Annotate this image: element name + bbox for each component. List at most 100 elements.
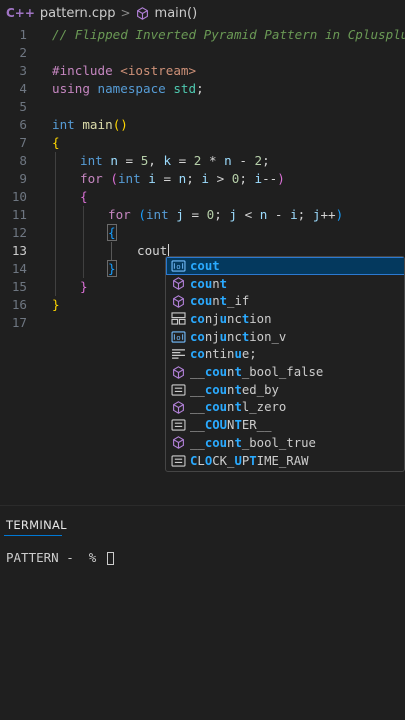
code-token: }: [52, 297, 60, 312]
code-token: {: [80, 189, 88, 204]
line-number: 12: [11, 225, 27, 240]
code-token: ;: [186, 171, 202, 186]
code-token: using: [52, 81, 98, 96]
line-number: 1: [19, 27, 27, 42]
text-icon: [170, 383, 186, 397]
code-token: main: [82, 117, 113, 132]
line-number: 4: [19, 81, 27, 96]
method-cube-icon: [170, 436, 186, 450]
code-token: #include: [52, 63, 121, 78]
suggestion-item[interactable]: __count_bool_false: [166, 363, 404, 381]
code-token: ): [335, 207, 344, 222]
code-token: *: [201, 153, 225, 168]
code-token: (: [110, 171, 118, 186]
text-icon: [170, 418, 186, 432]
suggestion-item[interactable]: conjunction: [166, 310, 404, 328]
suggestion-item[interactable]: o conjunction_v: [166, 328, 404, 346]
line-number: 9: [19, 171, 27, 186]
suggestion-label: __counted_by: [190, 382, 279, 397]
code-token: ;: [297, 207, 313, 222]
code-token: j: [176, 207, 184, 222]
line-number: 7: [19, 135, 27, 150]
code-comment: // Flipped Inverted Pyramid Pattern in C…: [52, 27, 405, 42]
code-token: -: [231, 153, 255, 168]
code-line[interactable]: 9 for (int i = n; i > 0; i--): [0, 170, 405, 188]
terminal-prompt: PATTERN - %: [6, 550, 104, 565]
code-token: =: [155, 171, 179, 186]
suggestion-label: conjunction_v: [190, 329, 287, 344]
code-token: --: [262, 171, 278, 186]
code-line[interactable]: 2: [0, 44, 405, 62]
code-token: n: [224, 153, 232, 168]
method-cube-icon: [170, 294, 186, 308]
code-line[interactable]: 6 int main(): [0, 116, 405, 134]
line-number: 14: [11, 261, 27, 276]
code-token: j: [229, 207, 237, 222]
code-line[interactable]: 12 {: [0, 224, 405, 242]
suggestion-label: CLOCK_UPTIME_RAW: [190, 453, 309, 468]
terminal-cursor: [106, 552, 114, 565]
code-line[interactable]: 8 int n = 5, k = 2 * n - 2;: [0, 152, 405, 170]
code-token: {: [52, 135, 60, 150]
code-line[interactable]: 10 {: [0, 188, 405, 206]
code-token: }: [107, 260, 117, 277]
svg-text:o: o: [176, 262, 180, 271]
code-token: cout: [137, 243, 168, 258]
code-token: ;: [214, 207, 230, 222]
code-token: =: [183, 207, 207, 222]
code-token: i: [201, 171, 209, 186]
suggestion-item[interactable]: count: [166, 275, 404, 293]
tab-terminal-underline: [4, 535, 62, 536]
text-icon: [170, 454, 186, 468]
code-token: <iostream>: [120, 63, 197, 78]
line-number: 15: [11, 279, 27, 294]
code-token: ,: [148, 153, 164, 168]
tab-terminal[interactable]: TERMINAL: [6, 518, 67, 532]
suggestion-item[interactable]: count_if: [166, 292, 404, 310]
autocomplete-suggestions[interactable]: o cout count count_if conjunction o conjunctio…: [165, 256, 405, 472]
method-cube-icon: [170, 400, 186, 414]
suggestion-item[interactable]: continue;: [166, 346, 404, 364]
method-cube-icon: [136, 6, 150, 20]
code-token: n: [110, 153, 118, 168]
line-number: 5: [19, 99, 27, 114]
breadcrumb-separator: >: [120, 6, 131, 20]
suggestion-item[interactable]: __counted_by: [166, 381, 404, 399]
suggestion-label: __countl_zero: [190, 400, 287, 415]
line-number: 13: [11, 243, 27, 258]
code-token: ;: [239, 171, 255, 186]
code-line[interactable]: 4 using namespace std;: [0, 80, 405, 98]
code-line[interactable]: 7{: [0, 134, 405, 152]
code-token: k: [163, 153, 172, 168]
code-token: for: [108, 207, 139, 222]
code-line[interactable]: 3 #include <iostream>: [0, 62, 405, 80]
terminal-prompt-line[interactable]: PATTERN - %: [6, 550, 114, 565]
code-token: i: [254, 171, 263, 186]
code-line[interactable]: 1 // Flipped Inverted Pyramid Pattern in …: [0, 26, 405, 44]
code-line[interactable]: 11 for (int j = 0; j < n - i; j++): [0, 206, 405, 224]
panel-divider: [0, 505, 405, 506]
code-line[interactable]: 5: [0, 98, 405, 116]
suggestion-item[interactable]: __COUNTER__: [166, 416, 404, 434]
code-token: std: [173, 81, 197, 96]
snippet-icon: [170, 347, 186, 361]
breadcrumb-symbol[interactable]: main(): [155, 6, 198, 21]
code-token: <: [236, 207, 260, 222]
suggestion-item[interactable]: o cout: [166, 257, 404, 275]
code-token: namespace: [97, 81, 174, 96]
breadcrumb-file[interactable]: pattern.cpp: [40, 6, 116, 21]
code-token: ++: [320, 207, 336, 222]
suggestion-item[interactable]: __countl_zero: [166, 399, 404, 417]
code-token: ;: [196, 81, 204, 96]
suggestion-item[interactable]: CLOCK_UPTIME_RAW: [166, 452, 404, 470]
code-token: -: [267, 207, 291, 222]
code-token: ;: [262, 153, 270, 168]
breadcrumb: C++ pattern.cpp > main(): [0, 0, 405, 26]
suggestion-label: __count_bool_true: [190, 435, 316, 450]
method-cube-icon: [170, 277, 186, 291]
line-number: 17: [11, 315, 27, 330]
suggestion-item[interactable]: __count_bool_true: [166, 434, 404, 452]
line-number: 8: [19, 153, 27, 168]
code-token: 2: [254, 153, 263, 168]
code-token: for: [80, 171, 111, 186]
